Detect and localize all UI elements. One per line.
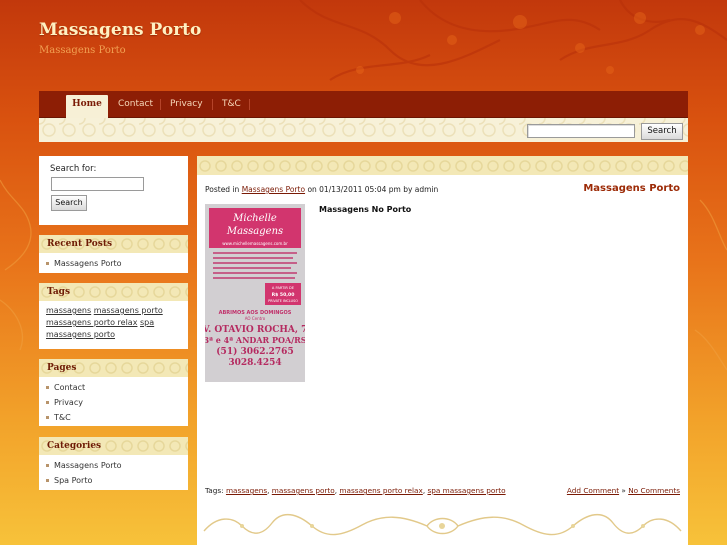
search-strip: Search — [39, 118, 688, 142]
post-tags: Tags: massagens, massagens porto, massag… — [205, 486, 506, 495]
categories-widget: Categories Massagens Porto Spa Porto — [39, 437, 188, 490]
flyer-address1: AV. OTAVIO ROCHA, 70 — [205, 325, 305, 335]
pages-heading: Pages — [39, 359, 188, 377]
pages-widget: Pages Contact Privacy T&C — [39, 359, 188, 426]
post-meta: Posted in Massagens Porto on 01/13/2011 … — [205, 185, 438, 194]
tag-link[interactable]: massagens porto — [46, 330, 115, 339]
recent-posts-widget: Recent Posts Massagens Porto — [39, 235, 188, 273]
post-article: Posted in Massagens Porto on 01/13/2011 … — [197, 156, 688, 545]
tab-contact[interactable]: Contact — [118, 95, 153, 118]
flyer-phone2: 3028.4254 — [228, 358, 281, 368]
flyer-hours-top: A PARTIR DE — [272, 286, 295, 290]
flyer-phone1: (51) 3062.2765 — [216, 346, 293, 357]
main-nav: Home Contact Privacy T&C — [39, 91, 688, 118]
nav-divider — [212, 99, 213, 110]
flyer-brand-line1: Michelle — [232, 213, 277, 224]
flyer-website: www.michellemassagens.com.br — [222, 241, 288, 246]
add-comment-link[interactable]: Add Comment — [567, 486, 619, 495]
page-link-privacy[interactable]: Privacy — [46, 396, 188, 411]
post-date-author: on 01/13/2011 05:04 pm by admin — [307, 185, 439, 194]
tag-link[interactable]: spa — [140, 318, 154, 327]
top-search-button[interactable]: Search — [641, 123, 683, 140]
page-link-terms[interactable]: T&C — [46, 411, 188, 426]
nav-divider — [249, 99, 250, 110]
tag-cloud: massagens massagens porto massagens port… — [39, 301, 188, 341]
sidebar-search-button[interactable]: Search — [51, 195, 87, 211]
nav-divider — [160, 99, 161, 110]
tab-terms[interactable]: T&C — [222, 95, 241, 118]
category-link[interactable]: Spa Porto — [46, 474, 188, 489]
post-tags-label: Tags: — [205, 486, 224, 495]
post-heading: Massagens No Porto — [319, 205, 412, 214]
tab-privacy[interactable]: Privacy — [170, 95, 203, 118]
site-title[interactable]: Massagens Porto — [39, 20, 201, 40]
no-comments-link[interactable]: No Comments — [628, 486, 680, 495]
flyer-price: R$ 50,00 — [272, 292, 295, 298]
tags-heading: Tags — [39, 283, 188, 301]
flyer-open-line2: AO Centro — [245, 316, 266, 321]
categories-heading: Categories — [39, 437, 188, 455]
top-search-input[interactable] — [527, 124, 635, 138]
sidebar-search-input[interactable] — [51, 177, 144, 191]
flyer-address2: 3ª e 4ª ANDAR POA/RS — [205, 335, 305, 345]
post-category-link[interactable]: Massagens Porto — [242, 185, 305, 194]
post-tag-link[interactable]: spa massagens porto — [427, 486, 505, 495]
tab-home[interactable]: Home — [66, 95, 108, 118]
post-comments: Add Comment » No Comments — [567, 486, 680, 495]
comment-separator: » — [621, 486, 626, 495]
post-tag-link[interactable]: massagens — [226, 486, 267, 495]
page-link-contact[interactable]: Contact — [46, 381, 188, 396]
search-label: Search for: — [50, 164, 97, 174]
tag-link[interactable]: massagens porto — [94, 306, 163, 315]
tags-widget: Tags massagens massagens porto massagens… — [39, 283, 188, 349]
category-link[interactable]: Massagens Porto — [46, 459, 188, 474]
recent-post-link[interactable]: Massagens Porto — [46, 257, 188, 272]
tag-link[interactable]: massagens — [46, 306, 91, 315]
posted-in-label: Posted in — [205, 185, 240, 194]
post-title[interactable]: Massagens Porto — [583, 183, 680, 194]
flyer-brand-line2: Massagens — [226, 226, 283, 237]
ornament-divider — [203, 514, 682, 536]
post-header-band — [197, 156, 688, 175]
site-tagline: Massagens Porto — [39, 45, 126, 56]
massage-flyer-image[interactable]: Michelle Massagens www.michellemassagens… — [205, 204, 305, 382]
post-tag-link[interactable]: massagens porto relax — [339, 486, 422, 495]
post-tag-link[interactable]: massagens porto — [272, 486, 335, 495]
sidebar-search-widget: Search for: Search — [39, 156, 188, 225]
tag-link[interactable]: massagens porto relax — [46, 318, 137, 327]
recent-posts-heading: Recent Posts — [39, 235, 188, 253]
flyer-price-note: PRIVATE INCLUSO — [268, 299, 298, 303]
